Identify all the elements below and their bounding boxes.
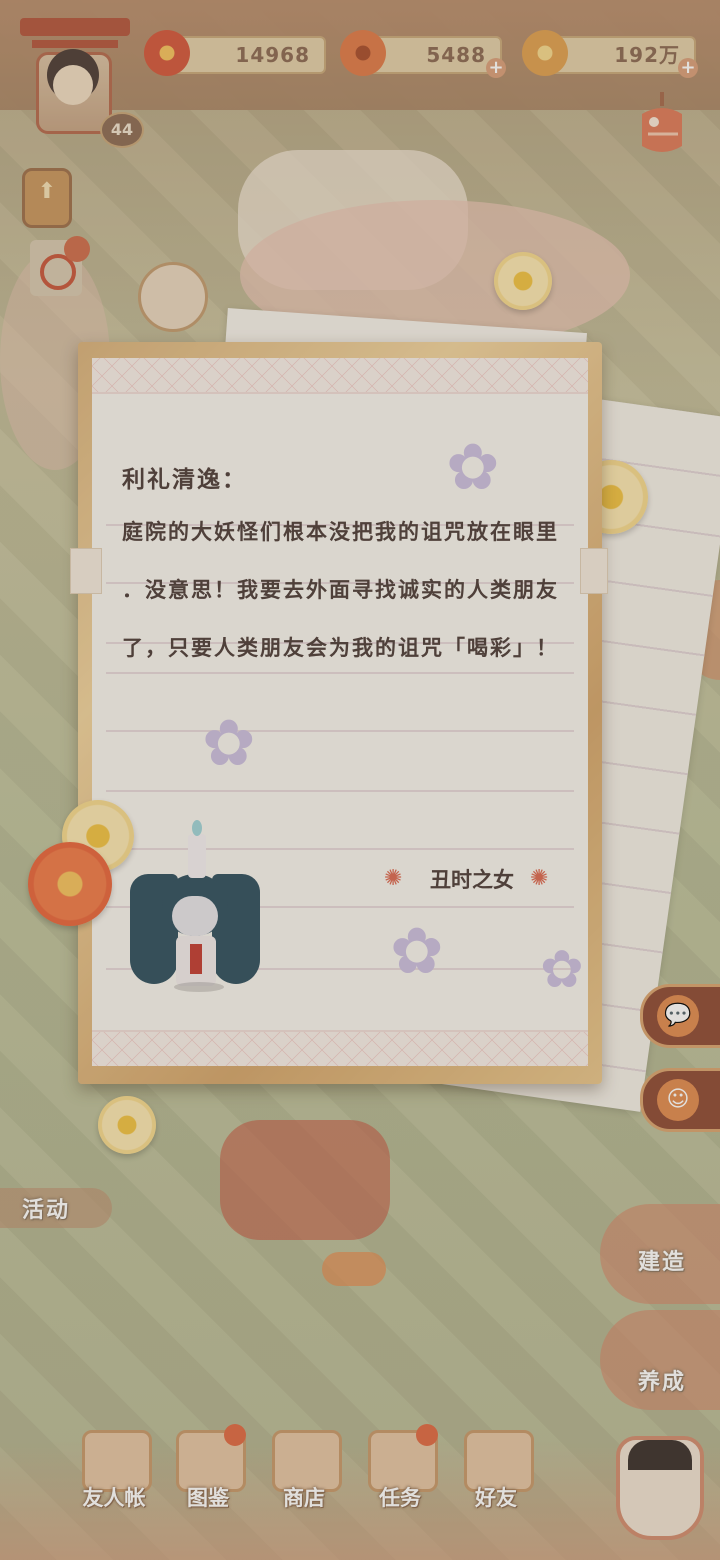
sakura-stamp-icon: ✿ [540,940,584,1000]
shikigami-token[interactable] [138,262,208,332]
sakura-stamp-icon: ✿ [390,915,444,989]
ruled-line [106,672,574,674]
red-flower-icon [144,30,190,76]
coin-icon [522,30,568,76]
character-shadow [174,982,224,992]
torii-beam [32,40,118,48]
plum-flower-orange-decoration [28,842,112,926]
letter-greeting: 利礼清逸： [122,467,247,493]
character-body [176,936,216,986]
sakura-stamp-icon: ✿ [446,431,500,505]
torii-frame [20,18,130,36]
nav-label: 商店 [283,1486,325,1510]
character-face [172,896,218,936]
nav-codex[interactable]: 图鉴 [168,1420,248,1530]
sakura-stamp-icon: ✿ [202,707,256,781]
letter-top-border [92,358,588,394]
build-button[interactable]: 建造 [638,1244,686,1276]
notification-badge [224,1424,246,1446]
character-portrait-button[interactable] [600,1420,710,1540]
nav-shop[interactable]: 商店 [264,1420,344,1530]
ushi-no-toki-mairi-character [130,820,260,994]
nav-friend-book[interactable]: 友人帐 [74,1420,154,1530]
koinobori-fish-icon[interactable] [634,92,690,162]
camera-notification-badge [64,236,90,262]
magatama-icon [340,30,386,76]
letter-body-line-1: 庭院的大妖怪们根本没把我的诅咒放在眼里 [122,520,559,544]
avatar-portrait [36,52,112,134]
chat-bubble-icon: 💬 [657,995,699,1037]
add-coins-button[interactable]: + [678,58,698,78]
shikigami-button[interactable]: ☺ [640,1068,720,1132]
player-avatar[interactable]: 44 [12,18,144,148]
upgrade-lantern-icon[interactable] [22,168,72,228]
signature-flourish-right-icon: ✺ [530,866,549,891]
letter-bottom-border [92,1030,588,1066]
game-scene-background: 44 14968 5488 + 192万 + ⬆ ✿ ✿ ✿ ✿ 利礼清逸： 庭… [0,0,720,1560]
shikigami-icon: ☺ [657,1079,699,1121]
player-level-badge: 44 [100,112,144,148]
plum-flower-decoration [494,252,552,310]
nav-label: 任务 [379,1486,421,1510]
notification-badge [416,1424,438,1446]
candle-crown-icon [188,820,206,878]
activity-button[interactable]: 活动 [22,1192,70,1224]
nav-label: 友人帐 [82,1486,146,1510]
character-portrait-icon [616,1436,704,1540]
chat-button[interactable]: 💬 [640,984,720,1048]
tape-right [580,548,608,594]
ruled-line [106,790,574,792]
letter-body-line-2: ．没意思！我要去外面寻找诚实的人类朋友 [122,578,559,602]
goldfish-icon [322,1252,386,1286]
tape-left [70,548,102,594]
resource-coins-value: 192万 [548,36,696,74]
letter-body-line-3: 了，只要人类朋友会为我的诅咒「喝彩」！ [122,636,559,660]
add-magatama-button[interactable]: + [486,58,506,78]
resource-flower-value: 14968 [168,36,326,74]
nurture-button[interactable]: 养成 [638,1364,686,1396]
nav-label: 好友 [475,1486,517,1510]
plum-flower-decoration [98,1096,156,1154]
nav-label: 图鉴 [187,1486,229,1510]
ruled-line [106,730,574,732]
nav-tasks[interactable]: 任务 [360,1420,440,1530]
red-yokai-figure [220,1120,390,1240]
nav-friends[interactable]: 好友 [456,1420,536,1530]
